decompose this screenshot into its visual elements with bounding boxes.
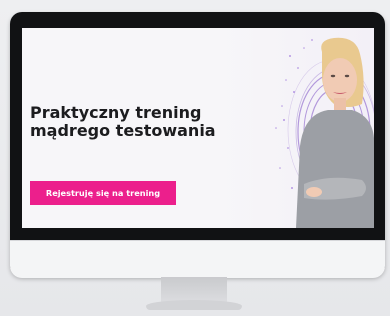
banner-headline: Praktyczny trening mądrego testowania	[30, 104, 260, 140]
woman-portrait-icon	[296, 37, 374, 228]
monitor-stand-base	[146, 300, 242, 310]
register-training-button[interactable]: Rejestruję się na trening	[30, 181, 176, 205]
monitor-chin	[10, 240, 385, 278]
monitor-screen: Praktyczny trening mądrego testowania Re…	[22, 28, 374, 228]
headline-line-2: mądrego testowania	[30, 121, 216, 140]
headline-line-1: Praktyczny trening	[30, 103, 202, 122]
device-mockup-scene: Praktyczny trening mądrego testowania Re…	[0, 0, 390, 316]
